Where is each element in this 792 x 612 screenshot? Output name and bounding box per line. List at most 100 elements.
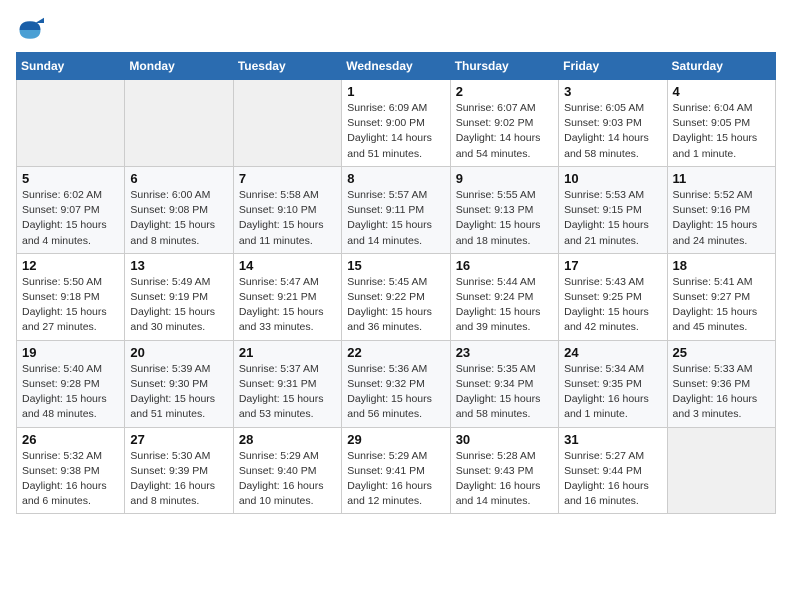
day-detail: Sunrise: 5:40 AMSunset: 9:28 PMDaylight:… bbox=[22, 362, 119, 423]
day-number: 23 bbox=[456, 345, 553, 360]
day-number: 10 bbox=[564, 171, 661, 186]
header-row: SundayMondayTuesdayWednesdayThursdayFrid… bbox=[17, 53, 776, 80]
calendar-cell: 18 Sunrise: 5:41 AMSunset: 9:27 PMDayligh… bbox=[667, 253, 775, 340]
day-number: 9 bbox=[456, 171, 553, 186]
day-number: 25 bbox=[673, 345, 770, 360]
day-number: 28 bbox=[239, 432, 336, 447]
logo-icon bbox=[16, 16, 44, 44]
calendar-cell: 2 Sunrise: 6:07 AMSunset: 9:02 PMDaylight… bbox=[450, 80, 558, 167]
day-detail: Sunrise: 5:29 AMSunset: 9:40 PMDaylight:… bbox=[239, 449, 336, 510]
calendar-cell: 9 Sunrise: 5:55 AMSunset: 9:13 PMDaylight… bbox=[450, 166, 558, 253]
calendar-cell: 20 Sunrise: 5:39 AMSunset: 9:30 PMDayligh… bbox=[125, 340, 233, 427]
header-day-friday: Friday bbox=[559, 53, 667, 80]
day-number: 13 bbox=[130, 258, 227, 273]
calendar-cell: 11 Sunrise: 5:52 AMSunset: 9:16 PMDayligh… bbox=[667, 166, 775, 253]
calendar-cell: 26Sunrise: 5:32 AMSunset: 9:38 PMDayligh… bbox=[17, 427, 125, 514]
calendar-cell: 23 Sunrise: 5:35 AMSunset: 9:34 PMDayligh… bbox=[450, 340, 558, 427]
calendar-cell: 17 Sunrise: 5:43 AMSunset: 9:25 PMDayligh… bbox=[559, 253, 667, 340]
day-detail: Sunrise: 6:07 AMSunset: 9:02 PMDaylight:… bbox=[456, 101, 553, 162]
calendar-cell: 28 Sunrise: 5:29 AMSunset: 9:40 PMDayligh… bbox=[233, 427, 341, 514]
calendar-week-row: 5Sunrise: 6:02 AMSunset: 9:07 PMDaylight… bbox=[17, 166, 776, 253]
day-number: 22 bbox=[347, 345, 444, 360]
day-number: 27 bbox=[130, 432, 227, 447]
calendar-cell bbox=[125, 80, 233, 167]
day-number: 24 bbox=[564, 345, 661, 360]
calendar-cell: 15Sunrise: 5:45 AMSunset: 9:22 PMDayligh… bbox=[342, 253, 450, 340]
header-day-wednesday: Wednesday bbox=[342, 53, 450, 80]
day-number: 29 bbox=[347, 432, 444, 447]
calendar-cell: 24 Sunrise: 5:34 AMSunset: 9:35 PMDayligh… bbox=[559, 340, 667, 427]
day-detail: Sunrise: 5:41 AMSunset: 9:27 PMDaylight:… bbox=[673, 275, 770, 336]
calendar-cell: 6Sunrise: 6:00 AMSunset: 9:08 PMDaylight… bbox=[125, 166, 233, 253]
calendar-cell: 4 Sunrise: 6:04 AMSunset: 9:05 PMDaylight… bbox=[667, 80, 775, 167]
calendar-cell: 29Sunrise: 5:29 AMSunset: 9:41 PMDayligh… bbox=[342, 427, 450, 514]
day-detail: Sunrise: 5:33 AMSunset: 9:36 PMDaylight:… bbox=[673, 362, 770, 423]
day-number: 20 bbox=[130, 345, 227, 360]
header-day-tuesday: Tuesday bbox=[233, 53, 341, 80]
day-detail: Sunrise: 6:09 AMSunset: 9:00 PMDaylight:… bbox=[347, 101, 444, 162]
day-detail: Sunrise: 5:57 AMSunset: 9:11 PMDaylight:… bbox=[347, 188, 444, 249]
day-detail: Sunrise: 5:50 AMSunset: 9:18 PMDaylight:… bbox=[22, 275, 119, 336]
day-number: 2 bbox=[456, 84, 553, 99]
calendar-cell: 5Sunrise: 6:02 AMSunset: 9:07 PMDaylight… bbox=[17, 166, 125, 253]
calendar-cell: 27 Sunrise: 5:30 AMSunset: 9:39 PMDayligh… bbox=[125, 427, 233, 514]
day-number: 5 bbox=[22, 171, 119, 186]
page-header bbox=[16, 16, 776, 44]
day-number: 7 bbox=[239, 171, 336, 186]
calendar-cell: 19 Sunrise: 5:40 AMSunset: 9:28 PMDayligh… bbox=[17, 340, 125, 427]
logo bbox=[16, 16, 48, 44]
day-detail: Sunrise: 5:35 AMSunset: 9:34 PMDaylight:… bbox=[456, 362, 553, 423]
calendar-header: SundayMondayTuesdayWednesdayThursdayFrid… bbox=[17, 53, 776, 80]
calendar-cell bbox=[667, 427, 775, 514]
calendar-cell bbox=[233, 80, 341, 167]
calendar-cell bbox=[17, 80, 125, 167]
calendar-week-row: 19 Sunrise: 5:40 AMSunset: 9:28 PMDayligh… bbox=[17, 340, 776, 427]
day-number: 17 bbox=[564, 258, 661, 273]
day-detail: Sunrise: 5:27 AMSunset: 9:44 PMDaylight:… bbox=[564, 449, 661, 510]
header-day-saturday: Saturday bbox=[667, 53, 775, 80]
day-detail: Sunrise: 5:53 AMSunset: 9:15 PMDaylight:… bbox=[564, 188, 661, 249]
day-number: 15 bbox=[347, 258, 444, 273]
calendar-cell: 16 Sunrise: 5:44 AMSunset: 9:24 PMDayligh… bbox=[450, 253, 558, 340]
day-detail: Sunrise: 5:44 AMSunset: 9:24 PMDaylight:… bbox=[456, 275, 553, 336]
day-number: 18 bbox=[673, 258, 770, 273]
day-detail: Sunrise: 5:43 AMSunset: 9:25 PMDaylight:… bbox=[564, 275, 661, 336]
calendar-cell: 25 Sunrise: 5:33 AMSunset: 9:36 PMDayligh… bbox=[667, 340, 775, 427]
day-number: 26 bbox=[22, 432, 119, 447]
calendar-cell: 1 Sunrise: 6:09 AMSunset: 9:00 PMDaylight… bbox=[342, 80, 450, 167]
header-day-monday: Monday bbox=[125, 53, 233, 80]
day-number: 19 bbox=[22, 345, 119, 360]
day-number: 11 bbox=[673, 171, 770, 186]
calendar-week-row: 26Sunrise: 5:32 AMSunset: 9:38 PMDayligh… bbox=[17, 427, 776, 514]
day-number: 1 bbox=[347, 84, 444, 99]
day-detail: Sunrise: 5:47 AMSunset: 9:21 PMDaylight:… bbox=[239, 275, 336, 336]
calendar-cell: 30Sunrise: 5:28 AMSunset: 9:43 PMDayligh… bbox=[450, 427, 558, 514]
day-detail: Sunrise: 6:04 AMSunset: 9:05 PMDaylight:… bbox=[673, 101, 770, 162]
day-number: 4 bbox=[673, 84, 770, 99]
day-number: 3 bbox=[564, 84, 661, 99]
day-detail: Sunrise: 6:05 AMSunset: 9:03 PMDaylight:… bbox=[564, 101, 661, 162]
day-number: 14 bbox=[239, 258, 336, 273]
calendar-week-row: 1 Sunrise: 6:09 AMSunset: 9:00 PMDaylight… bbox=[17, 80, 776, 167]
day-detail: Sunrise: 5:34 AMSunset: 9:35 PMDaylight:… bbox=[564, 362, 661, 423]
calendar-body: 1 Sunrise: 6:09 AMSunset: 9:00 PMDaylight… bbox=[17, 80, 776, 514]
calendar-cell: 21Sunrise: 5:37 AMSunset: 9:31 PMDayligh… bbox=[233, 340, 341, 427]
calendar-cell: 7Sunrise: 5:58 AMSunset: 9:10 PMDaylight… bbox=[233, 166, 341, 253]
day-detail: Sunrise: 5:55 AMSunset: 9:13 PMDaylight:… bbox=[456, 188, 553, 249]
day-detail: Sunrise: 5:30 AMSunset: 9:39 PMDaylight:… bbox=[130, 449, 227, 510]
calendar-week-row: 12Sunrise: 5:50 AMSunset: 9:18 PMDayligh… bbox=[17, 253, 776, 340]
day-number: 6 bbox=[130, 171, 227, 186]
calendar-cell: 8 Sunrise: 5:57 AMSunset: 9:11 PMDaylight… bbox=[342, 166, 450, 253]
day-detail: Sunrise: 5:52 AMSunset: 9:16 PMDaylight:… bbox=[673, 188, 770, 249]
calendar-cell: 3 Sunrise: 6:05 AMSunset: 9:03 PMDaylight… bbox=[559, 80, 667, 167]
day-number: 8 bbox=[347, 171, 444, 186]
calendar-cell: 22Sunrise: 5:36 AMSunset: 9:32 PMDayligh… bbox=[342, 340, 450, 427]
day-detail: Sunrise: 5:39 AMSunset: 9:30 PMDaylight:… bbox=[130, 362, 227, 423]
day-detail: Sunrise: 5:49 AMSunset: 9:19 PMDaylight:… bbox=[130, 275, 227, 336]
day-number: 31 bbox=[564, 432, 661, 447]
calendar-cell: 10 Sunrise: 5:53 AMSunset: 9:15 PMDayligh… bbox=[559, 166, 667, 253]
calendar-cell: 14 Sunrise: 5:47 AMSunset: 9:21 PMDayligh… bbox=[233, 253, 341, 340]
header-day-sunday: Sunday bbox=[17, 53, 125, 80]
calendar-cell: 12Sunrise: 5:50 AMSunset: 9:18 PMDayligh… bbox=[17, 253, 125, 340]
day-number: 16 bbox=[456, 258, 553, 273]
